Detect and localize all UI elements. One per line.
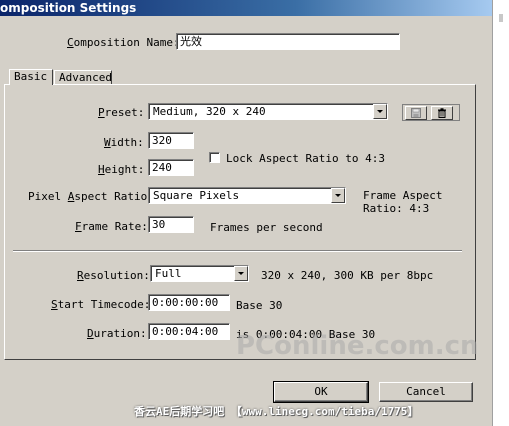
scroll-mark: [499, 14, 503, 22]
forum-watermark: 香云AE后期学习吧 【www.linecg.com/tieba/1775】: [134, 405, 419, 418]
dialog-title-bar[interactable]: omposition Settings: [0, 0, 492, 16]
composition-name-input[interactable]: 光效: [176, 33, 400, 50]
pixel-aspect-label: Pixel Aspect Ratio:: [28, 190, 154, 203]
resolution-select[interactable]: Full: [150, 265, 249, 282]
dialog-title: omposition Settings: [0, 1, 137, 15]
chevron-down-icon[interactable]: [331, 188, 345, 203]
ok-button[interactable]: OK: [273, 381, 369, 403]
background-window-strip: [492, 0, 509, 426]
pconline-watermark: PConline.com.cn: [236, 331, 479, 361]
tab-basic[interactable]: Basic: [9, 69, 53, 85]
cancel-button[interactable]: Cancel: [379, 382, 473, 402]
chevron-down-icon[interactable]: [373, 104, 387, 119]
floppy-disk-icon: [411, 108, 421, 118]
preset-icon-group: [402, 104, 460, 121]
lock-aspect-label: Lock Aspect Ratio to 4:3: [226, 152, 385, 165]
delete-preset-button[interactable]: [431, 106, 453, 120]
chevron-down-icon[interactable]: [234, 266, 248, 281]
start-timecode-label: Start Timecode:: [51, 298, 151, 311]
frame-rate-unit: Frames per second: [210, 221, 323, 234]
tab-advanced[interactable]: Advanced: [54, 70, 112, 84]
lock-aspect-checkbox[interactable]: [209, 152, 220, 163]
start-timecode-base: Base 30: [236, 299, 283, 312]
frame-rate-input[interactable]: 30: [148, 216, 194, 233]
resolution-value: Full: [155, 267, 182, 280]
pixel-aspect-value: Square Pixels: [153, 189, 240, 202]
pixel-aspect-select[interactable]: Square Pixels: [148, 187, 346, 204]
width-input[interactable]: 320: [148, 132, 194, 149]
save-preset-button[interactable]: [405, 106, 427, 120]
resolution-info: 320 x 240, 300 KB per 8bpc: [261, 269, 434, 282]
frame-rate-label: Frame Rate:: [75, 220, 148, 233]
preset-value: Medium, 320 x 240: [153, 105, 266, 118]
preset-select[interactable]: Medium, 320 x 240: [148, 103, 388, 120]
resolution-label: Resolution:: [77, 269, 150, 282]
duration-input[interactable]: 0:00:04:00: [148, 323, 230, 340]
trash-icon: [438, 108, 446, 118]
section-divider: [13, 250, 462, 252]
frame-aspect-line1: Frame Aspect: [363, 189, 443, 202]
width-label: Width:: [104, 136, 144, 149]
preset-label: Preset:: [98, 106, 145, 119]
duration-label: Duration:: [87, 327, 147, 340]
start-timecode-input[interactable]: 0:00:00:00: [148, 294, 230, 311]
height-input[interactable]: 240: [148, 159, 194, 176]
frame-aspect-line2: Ratio: 4:3: [363, 202, 430, 215]
height-label: Height:: [98, 163, 145, 176]
composition-name-label: Composition Name:: [67, 36, 180, 49]
